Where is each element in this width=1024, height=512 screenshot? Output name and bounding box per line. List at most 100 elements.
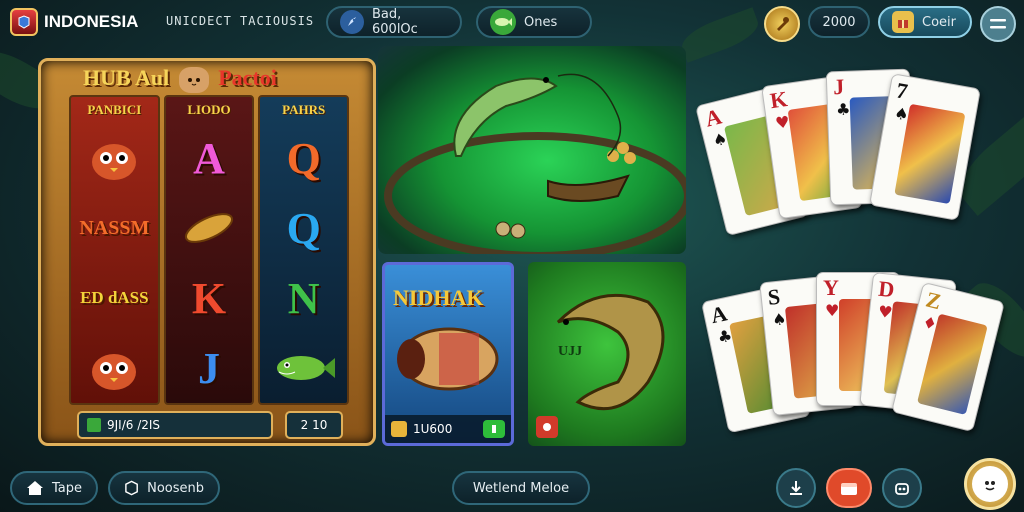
reels: PANBICI NASSM ED dASS LIODO A K J PAHRS …: [69, 95, 350, 405]
reel-2: LIODO A K J: [163, 95, 255, 405]
reel-symbol: ED dASS: [80, 288, 149, 307]
card-rank: A: [708, 300, 730, 329]
coin-count: 2000: [822, 14, 856, 30]
reel-symbol: [71, 123, 158, 193]
bonus-icon: [391, 421, 407, 437]
brand-name: INDONESIA: [44, 12, 139, 31]
slot-title: HUB Aul Pactoi: [83, 65, 277, 93]
slot-bet-display[interactable]: 2 10: [285, 411, 343, 439]
reel-symbol: A: [193, 133, 225, 183]
fish-label: Ones: [524, 14, 558, 30]
cta-button[interactable]: Coeir: [878, 6, 972, 38]
bass-fish-icon: [276, 356, 335, 380]
heart-icon: ♥: [825, 301, 840, 320]
reel-symbol: Q: [286, 133, 321, 183]
coin-icon: [617, 142, 629, 154]
home-label: Tape: [51, 480, 82, 496]
reel-3: PAHRS Q Q N: [258, 95, 350, 405]
card-rank: D: [877, 275, 896, 303]
fish-pill[interactable]: Ones: [476, 6, 592, 38]
profile-button[interactable]: [964, 458, 1016, 510]
reel-symbol: [71, 333, 158, 403]
card-fan-bottom[interactable]: A ♣ S ♠ Y ♥ D ♥ Z ♦: [700, 262, 1010, 462]
tile-b-badge[interactable]: [536, 416, 558, 438]
reel-1: PANBICI NASSM ED dASS: [69, 95, 160, 405]
card-rank: 7: [894, 77, 910, 104]
club-icon: ♣: [835, 99, 851, 120]
slot-title-a: HUB Aul: [83, 65, 170, 90]
card-rank: Y: [823, 275, 839, 300]
fishing-game-panel[interactable]: [378, 46, 686, 254]
reel-header: LIODO: [187, 102, 231, 117]
tile-title: NIDHAK: [393, 285, 484, 310]
support-button[interactable]: [882, 468, 922, 508]
leaf-decoration: [677, 7, 763, 63]
reel-symbol: [166, 193, 253, 263]
home-button[interactable]: Tape: [10, 471, 98, 505]
trophy-button[interactable]: [764, 6, 800, 42]
center-label: Wetlend Meloe: [472, 480, 570, 496]
reel-header: PAHRS: [282, 102, 326, 117]
balance-pill[interactable]: Bad, 600lOc: [326, 6, 462, 38]
chest-icon: [841, 483, 857, 495]
brand-logo-icon: [10, 8, 38, 36]
tile-footer: 1U600: [385, 415, 511, 443]
reel-symbol: NASSM: [79, 216, 150, 239]
mode-label: Noosenb: [147, 480, 204, 496]
coin-icon: [624, 152, 636, 164]
fish-eye: [543, 77, 549, 83]
slot-bet-text: 2 10: [300, 418, 328, 432]
fishing-scene: [384, 73, 686, 254]
card-fan-top[interactable]: A ♠ K ♥ J ♣ 7 ♠: [695, 60, 1000, 260]
leaf-coin-icon: [184, 213, 234, 243]
barrel-icon: [495, 221, 511, 237]
tool-icon: [777, 17, 789, 31]
download-button[interactable]: [776, 468, 816, 508]
menu-icon: [990, 19, 1006, 29]
slot-title-b: Pactoi: [218, 65, 277, 90]
alert-icon: [543, 423, 551, 431]
brand[interactable]: INDONESIA: [10, 8, 138, 36]
barrel-icon: [510, 223, 526, 239]
pond-rim: [384, 132, 686, 254]
robot-icon: [895, 483, 909, 495]
cat-icon: [178, 66, 209, 93]
owl-icon: [92, 354, 137, 390]
cta-label: Coeir: [922, 14, 956, 30]
download-icon: [790, 481, 802, 495]
reel-symbol: J: [198, 343, 220, 393]
card-rank: J: [832, 73, 845, 100]
slot-win-text: 9JI/6 /2IS: [107, 418, 161, 432]
avatar-icon: [972, 466, 1008, 502]
card-rank: K: [768, 86, 789, 114]
menu-button[interactable]: [980, 6, 1016, 42]
reel-symbol: N: [287, 273, 320, 323]
card-rank: A: [702, 103, 725, 132]
game-lobby: INDONESIA UNICDECT TACIOUSIS Bad, 600lOc…: [0, 0, 1024, 512]
reel-symbol: [260, 333, 347, 403]
leaf-icon: [87, 418, 101, 432]
card-rank: S: [766, 283, 782, 310]
header-subtitle: UNICDECT TACIOUSIS: [166, 14, 315, 28]
reel-symbol: Q: [286, 203, 321, 253]
cube-icon: [125, 480, 138, 496]
play-icon: [492, 425, 496, 433]
fish-icon: [490, 9, 516, 35]
coin-counter: 2000: [808, 6, 870, 38]
tile-a-play-button[interactable]: [483, 420, 505, 438]
balance-label: Bad, 600lOc: [372, 7, 418, 37]
game-tile-eel[interactable]: UJJ: [528, 262, 686, 446]
reel-symbol: K: [191, 273, 227, 323]
gift-button[interactable]: [826, 468, 872, 508]
center-button[interactable]: Wetlend Meloe: [452, 471, 590, 505]
slot-win-display: 9JI/6 /2IS: [77, 411, 273, 439]
game-tile-nidhak[interactable]: NIDHAK 1U600: [382, 262, 514, 446]
mode-button[interactable]: Noosenb: [108, 471, 220, 505]
slot-machine[interactable]: HUB Aul Pactoi PANBICI NASSM ED dASS LIO…: [38, 58, 376, 446]
gift-icon: [892, 11, 914, 33]
reel-header: PANBICI: [87, 102, 142, 117]
treasure-pot-icon: [397, 327, 499, 391]
owl-icon: [92, 144, 137, 180]
tile-a-amount: 1U600: [413, 422, 453, 436]
tile-b-mark: UJJ: [558, 344, 583, 359]
